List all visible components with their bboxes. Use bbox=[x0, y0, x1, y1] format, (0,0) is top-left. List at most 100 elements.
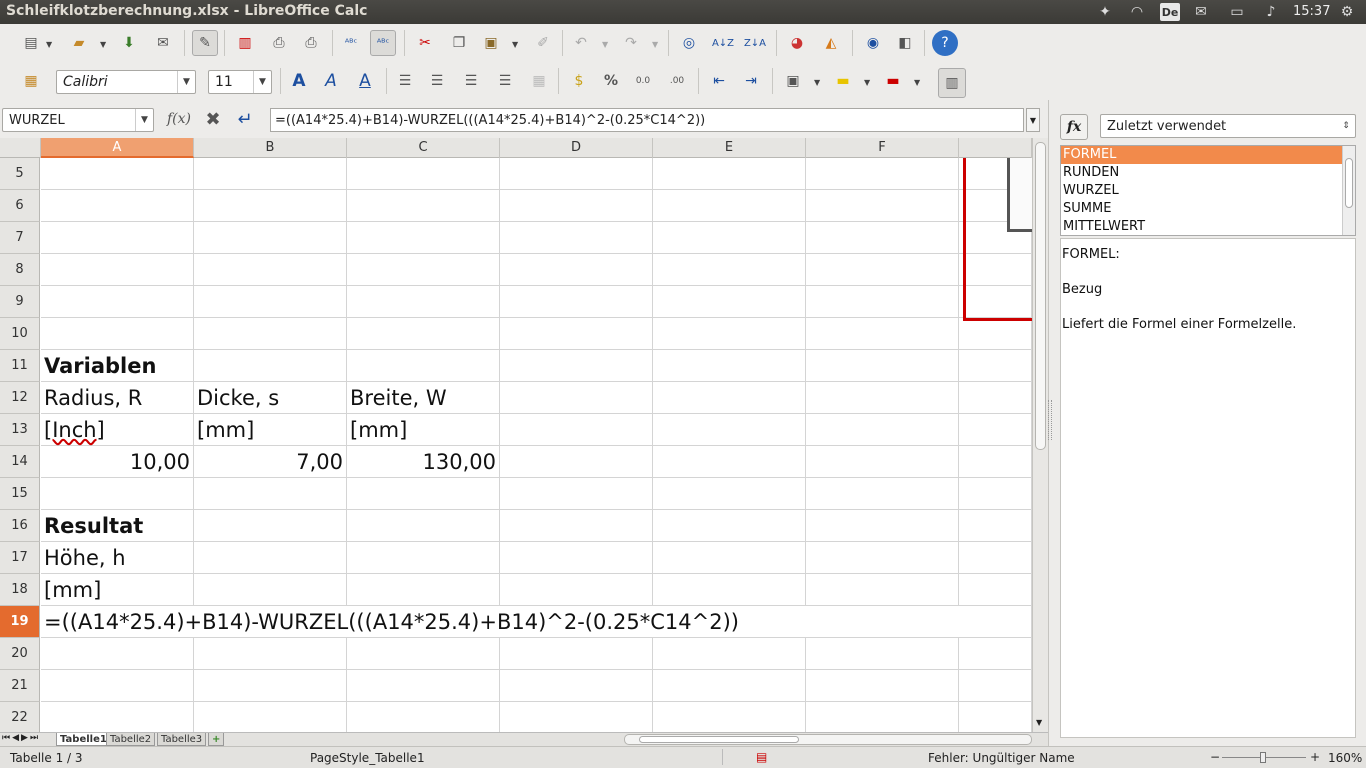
help-icon[interactable]: ? bbox=[932, 30, 958, 56]
spellcheck-icon[interactable]: ᴬᴮᶜ bbox=[338, 30, 364, 56]
keyboard-layout-indicator[interactable]: De bbox=[1160, 3, 1180, 21]
open-folder-icon[interactable]: ▰ bbox=[66, 30, 92, 56]
chevron-down-icon[interactable]: ▼ bbox=[652, 40, 658, 49]
chevron-down-icon[interactable]: ▼ bbox=[253, 71, 271, 93]
cell-area[interactable]: 5 6 7 8 9 10 11 Variablen 12 Radius, R Dicke, s Bre… bbox=[0, 158, 1032, 732]
function-list-scrollbar[interactable] bbox=[1342, 146, 1355, 235]
zoom-slider-thumb[interactable] bbox=[1260, 752, 1266, 763]
print-icon[interactable]: ⎙ bbox=[266, 30, 292, 56]
cell-b12[interactable]: Dicke, s bbox=[194, 382, 347, 414]
row-header-6[interactable]: 6 bbox=[0, 190, 40, 222]
cell-d17[interactable] bbox=[500, 542, 653, 574]
select-all-corner[interactable] bbox=[0, 138, 41, 158]
chevron-down-icon[interactable]: ▼ bbox=[512, 40, 518, 49]
align-center-icon[interactable]: ☰ bbox=[424, 68, 450, 94]
sidebar-grip[interactable] bbox=[1048, 400, 1052, 440]
align-left-icon[interactable]: ☰ bbox=[392, 68, 418, 94]
cell-c9[interactable] bbox=[347, 286, 500, 318]
cell-b9[interactable] bbox=[194, 286, 347, 318]
draw-functions-icon[interactable]: ◭ bbox=[818, 30, 844, 56]
cell-c13[interactable]: [mm] bbox=[347, 414, 500, 446]
row-header-7[interactable]: 7 bbox=[0, 222, 40, 254]
cell-a14[interactable]: 10,00 bbox=[41, 446, 194, 478]
sidebar-toggle-icon[interactable]: ▥ bbox=[938, 68, 966, 98]
cell-g15[interactable] bbox=[959, 478, 1032, 510]
auto-spellcheck-icon[interactable]: ᴬᴮᶜ bbox=[370, 30, 396, 56]
cell-a16[interactable]: Resultat bbox=[41, 510, 194, 542]
cut-icon[interactable]: ✂ bbox=[412, 30, 438, 56]
add-sheet-icon[interactable]: + bbox=[208, 733, 225, 746]
cell-a13[interactable]: [Inch] bbox=[41, 414, 194, 446]
export-pdf-icon[interactable]: ▥ bbox=[232, 30, 258, 56]
save-icon[interactable]: ⬇ bbox=[116, 30, 142, 56]
scrollbar-thumb[interactable] bbox=[1345, 158, 1353, 208]
battery-icon[interactable]: ▭ bbox=[1224, 2, 1250, 22]
cell-a15[interactable] bbox=[41, 478, 194, 510]
cell-d15[interactable] bbox=[500, 478, 653, 510]
cell-e11[interactable] bbox=[653, 350, 806, 382]
row-header-8[interactable]: 8 bbox=[0, 254, 40, 286]
cell-b14[interactable]: 7,00 bbox=[194, 446, 347, 478]
cell-d6[interactable] bbox=[500, 190, 653, 222]
name-box[interactable]: WURZEL ▼ bbox=[2, 108, 154, 132]
font-name-box[interactable]: Calibri ▼ bbox=[56, 70, 196, 94]
tab-navigation-icon[interactable]: ⏮◀▶⏭ bbox=[2, 733, 40, 743]
align-justify-icon[interactable]: ☰ bbox=[492, 68, 518, 94]
hyperlink-icon[interactable]: ◎ bbox=[676, 30, 702, 56]
edit-mode-icon[interactable]: ✎ bbox=[192, 30, 218, 56]
email-icon[interactable]: ✉ bbox=[150, 30, 176, 56]
cell-a19[interactable]: =((A14*25.4)+B14)-WURZEL(((A14*25.4)+B14… bbox=[41, 606, 1032, 638]
cell-f15[interactable] bbox=[806, 478, 959, 510]
list-item[interactable]: WURZEL bbox=[1061, 182, 1355, 200]
cell-c10[interactable] bbox=[347, 318, 500, 350]
cell-g20[interactable] bbox=[959, 638, 1032, 670]
cell-a11[interactable]: Variablen bbox=[41, 350, 194, 382]
zoom-out-icon[interactable]: − bbox=[1210, 750, 1220, 764]
row-header-16[interactable]: 16 bbox=[0, 510, 40, 542]
row-header-11[interactable]: 11 bbox=[0, 350, 40, 382]
cell-c18[interactable] bbox=[347, 574, 500, 606]
cell-f20[interactable] bbox=[806, 638, 959, 670]
row-header-22[interactable]: 22 bbox=[0, 702, 40, 732]
cell-d21[interactable] bbox=[500, 670, 653, 702]
list-item[interactable]: SUMME bbox=[1061, 200, 1355, 218]
currency-format-icon[interactable]: $ bbox=[566, 68, 592, 94]
cell-f9[interactable] bbox=[806, 286, 959, 318]
column-header-d[interactable]: D bbox=[500, 138, 653, 158]
cell-d7[interactable] bbox=[500, 222, 653, 254]
cell-d12[interactable] bbox=[500, 382, 653, 414]
cell-f11[interactable] bbox=[806, 350, 959, 382]
cell-f16[interactable] bbox=[806, 510, 959, 542]
cell-e10[interactable] bbox=[653, 318, 806, 350]
cell-e22[interactable] bbox=[653, 702, 806, 732]
wifi-icon[interactable]: ◠ bbox=[1126, 2, 1148, 22]
cell-a12[interactable]: Radius, R bbox=[41, 382, 194, 414]
cell-g12[interactable] bbox=[959, 382, 1032, 414]
cell-c5[interactable] bbox=[347, 158, 500, 190]
font-color-icon[interactable]: ▬ bbox=[880, 68, 906, 94]
cell-f12[interactable] bbox=[806, 382, 959, 414]
cell-e8[interactable] bbox=[653, 254, 806, 286]
column-header-e[interactable]: E bbox=[653, 138, 806, 158]
row-header-13[interactable]: 13 bbox=[0, 414, 40, 446]
cell-g21[interactable] bbox=[959, 670, 1032, 702]
cell-d10[interactable] bbox=[500, 318, 653, 350]
cell-c17[interactable] bbox=[347, 542, 500, 574]
chevron-down-icon[interactable]: ▼ bbox=[46, 40, 52, 49]
gallery-icon[interactable]: ◧ bbox=[892, 30, 918, 56]
number-format-icon[interactable]: 0.0 bbox=[630, 68, 656, 94]
horizontal-scrollbar[interactable] bbox=[624, 734, 1032, 745]
cell-c20[interactable] bbox=[347, 638, 500, 670]
cell-e20[interactable] bbox=[653, 638, 806, 670]
cell-f18[interactable] bbox=[806, 574, 959, 606]
chevron-down-icon[interactable]: ▼ bbox=[602, 40, 608, 49]
cell-d14[interactable] bbox=[500, 446, 653, 478]
chevron-down-icon[interactable]: ▼ bbox=[814, 78, 820, 87]
vertical-scrollbar[interactable]: ▼ bbox=[1032, 138, 1048, 732]
row-header-17[interactable]: 17 bbox=[0, 542, 40, 574]
tab-tabelle1[interactable]: Tabelle1 bbox=[56, 733, 111, 746]
chevron-down-icon[interactable]: ▼ bbox=[1036, 718, 1042, 727]
cell-b5[interactable] bbox=[194, 158, 347, 190]
cell-f8[interactable] bbox=[806, 254, 959, 286]
styles-icon[interactable]: ▦ bbox=[18, 68, 44, 94]
